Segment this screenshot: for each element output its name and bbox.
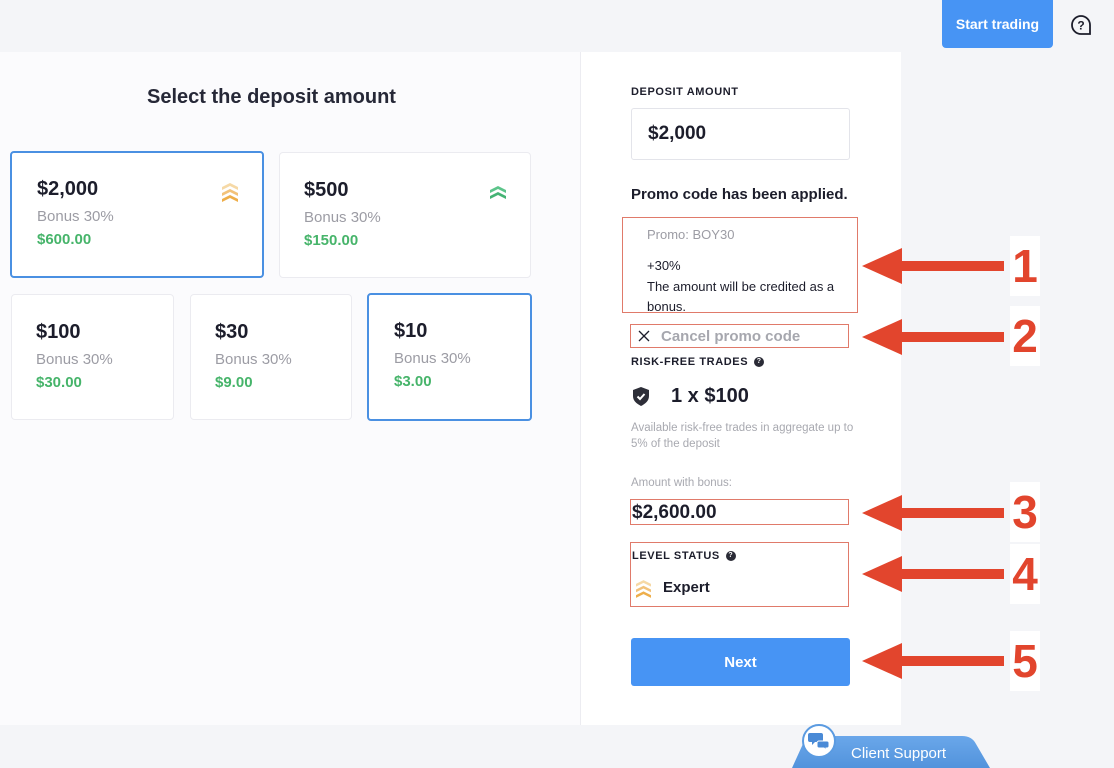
cancel-promo-button[interactable]: Cancel promo code [630,324,849,348]
chevron-triple-gold-icon [222,183,238,202]
level-status-value: Expert [663,579,710,596]
chat-bubbles-icon[interactable] [802,724,836,758]
card-bonus: Bonus 30% [394,350,471,367]
deposit-card-500[interactable]: $500 Bonus 30% $150.00 [279,152,531,278]
deposit-selection-area: Select the deposit amount $2,000 Bonus 3… [0,52,581,725]
level-status-label-text: LEVEL STATUS [632,550,720,562]
annotation-arrow-5 [862,643,1004,679]
deposit-panel: Select the deposit amount $2,000 Bonus 3… [0,52,901,725]
cancel-promo-label: Cancel promo code [661,327,801,345]
card-bonus: Bonus 30% [215,351,292,368]
card-bonus: Bonus 30% [37,208,114,225]
promo-details: Promo: BOY30 +30% The amount will be cre… [622,217,858,314]
help-bubble-icon: ? [1071,15,1091,35]
deposit-amount-label: DEPOSIT AMOUNT [631,86,739,98]
deposit-card-30[interactable]: $30 Bonus 30% $9.00 [190,294,352,420]
risk-free-note: Available risk-free trades in aggregate … [631,422,854,450]
amount-with-bonus-label: Amount with bonus: [631,477,733,489]
risk-free-row: 1 x $100 [633,385,749,408]
shield-check-icon [633,387,649,406]
card-bonus-value: $3.00 [394,373,432,390]
annotation-number-3: 3 [1010,482,1040,542]
card-amount: $100 [36,321,81,343]
annotation-arrow-4 [862,556,1004,592]
promo-code: Promo: BOY30 [647,227,735,242]
card-amount: $30 [215,321,249,343]
card-bonus: Bonus 30% [36,351,113,368]
level-status-label: LEVEL STATUS? [632,550,736,562]
card-bonus-value: $30.00 [36,374,82,391]
chat-icon-glyph [808,733,830,751]
annotation-number-1: 1 [1010,236,1040,296]
deposit-summary-panel: DEPOSIT AMOUNT Promo code has been appli… [581,52,901,725]
card-bonus: Bonus 30% [304,209,381,226]
help-button[interactable]: ? [1069,13,1093,37]
page-title: Select the deposit amount [147,86,396,108]
amount-with-bonus-value: $2,600.00 [632,502,717,523]
deposit-card-100[interactable]: $100 Bonus 30% $30.00 [11,294,174,420]
deposit-card-10[interactable]: $10 Bonus 30% $3.00 [367,293,532,421]
svg-text:?: ? [1077,19,1084,33]
risk-free-label: RISK-FREE TRADES? [631,356,765,368]
chevron-double-green-icon [490,186,506,199]
chevron-triple-gold-icon [636,580,651,598]
risk-free-value: 1 x $100 [671,385,749,407]
risk-free-label-text: RISK-FREE TRADES [631,356,749,368]
amount-with-bonus: $2,600.00 [630,499,849,525]
annotation-number-2: 2 [1010,306,1040,366]
risk-free-help-icon[interactable]: ? [754,357,765,368]
level-status: LEVEL STATUS? Expert [630,542,849,607]
level-status-help-icon[interactable]: ? [725,551,736,562]
promo-note: The amount will be credited as a bonus. [647,279,835,314]
client-support-label: Client Support [851,745,947,762]
card-amount: $2,000 [37,178,99,200]
promo-percent: +30% [647,258,681,273]
card-amount: $500 [304,179,349,201]
annotation-arrow-2 [862,319,1004,355]
annotation-number-5: 5 [1010,631,1040,691]
deposit-card-2000[interactable]: $2,000 Bonus 30% $600.00 [10,151,264,278]
card-bonus-value: $150.00 [304,232,359,249]
annotation-arrow-3 [862,495,1004,531]
start-trading-button[interactable]: Start trading [942,0,1053,48]
promo-applied-message: Promo code has been applied. [631,186,848,203]
next-button[interactable]: Next [631,638,850,686]
close-icon [638,330,650,342]
card-bonus-value: $600.00 [37,231,92,248]
annotation-number-4: 4 [1010,544,1040,604]
annotation-arrow-1 [862,248,1004,284]
card-bonus-value: $9.00 [215,374,253,391]
card-amount: $10 [394,320,428,342]
deposit-amount-input[interactable] [631,108,850,160]
